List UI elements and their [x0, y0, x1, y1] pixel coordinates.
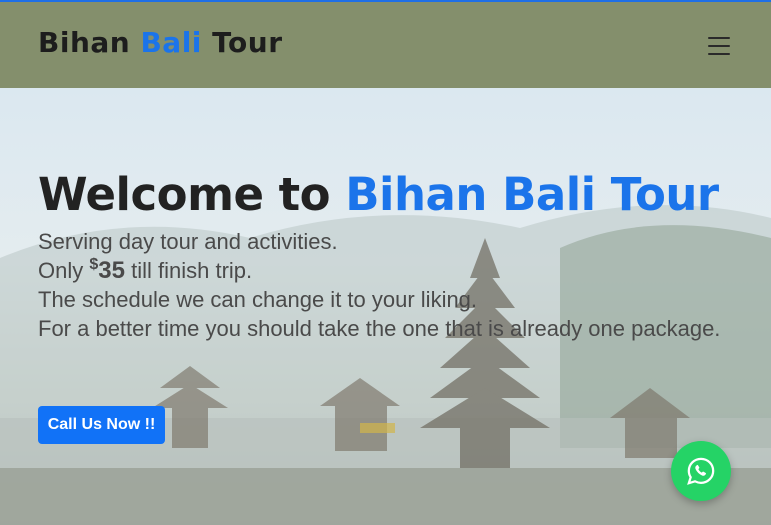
brand-word-2: Bali [140, 26, 202, 59]
hero-section: Welcome to Bihan Bali Tour Serving day t… [0, 88, 771, 525]
whatsapp-glyph [687, 457, 715, 485]
whatsapp-icon[interactable] [671, 441, 731, 501]
price-amount: 35 [98, 257, 125, 284]
hero-line-4: For a better time you should take the on… [38, 316, 721, 341]
hero-line-1: Serving day tour and activities. [38, 229, 338, 254]
hero-line-3: The schedule we can change it to your li… [38, 287, 478, 312]
price-currency: $ [89, 256, 99, 273]
hero-heading-accent: Bihan Bali Tour [345, 168, 719, 221]
menu-bar [708, 45, 730, 47]
brand-logo[interactable]: Bihan Bali Tour [38, 26, 283, 59]
hero-line-2: Only $35 till finish trip. [38, 256, 738, 285]
price-suffix: till finish trip. [131, 258, 253, 283]
price-prefix: Only [38, 258, 84, 283]
hero-description: Serving day tour and activities. Only $3… [38, 227, 738, 343]
hero-heading-prefix: Welcome to [38, 168, 331, 221]
hamburger-menu-icon[interactable] [708, 37, 730, 55]
site-header: Bihan Bali Tour [0, 2, 771, 88]
price-value: $35 [89, 256, 125, 284]
menu-bar [708, 37, 730, 39]
menu-bar [708, 53, 730, 55]
brand-word-3: Tour [212, 26, 283, 59]
call-us-button[interactable]: Call Us Now !! [38, 406, 165, 444]
hero-heading: Welcome to Bihan Bali Tour [38, 168, 719, 221]
brand-word-1: Bihan [38, 26, 131, 59]
